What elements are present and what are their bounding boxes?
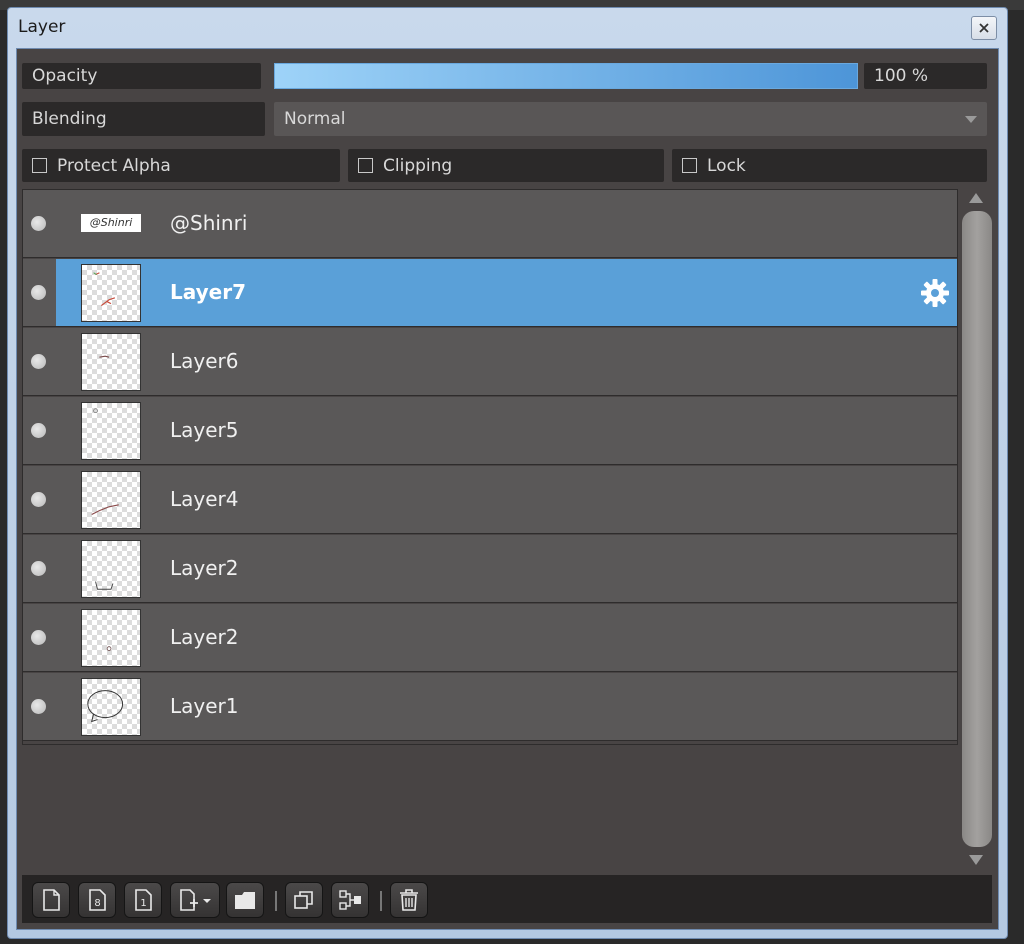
layer-row[interactable]: @Shinri @Shinri: [23, 190, 957, 258]
visibility-column: [23, 397, 56, 464]
layer-thumbnail: [81, 678, 141, 736]
visibility-column: [23, 673, 56, 740]
layer-thumbnail: [81, 402, 141, 460]
layer-window: Layer Opacity 100 % Blending Normal Prot…: [7, 7, 1008, 939]
clipping-checkbox[interactable]: Clipping: [348, 149, 664, 182]
layer-thumbnail: [81, 471, 141, 529]
lock-checkbox[interactable]: Lock: [672, 149, 987, 182]
protect-alpha-label: Protect Alpha: [57, 155, 171, 176]
checkbox-icon: [682, 158, 697, 173]
add-layer-dropdown-button[interactable]: [170, 882, 220, 918]
layer-name: Layer4: [170, 487, 239, 511]
layer-thumbnail: @Shinri: [81, 214, 141, 232]
scroll-thumb[interactable]: [962, 211, 992, 847]
clipping-label: Clipping: [383, 155, 453, 176]
opacity-slider-fill: [274, 63, 858, 89]
svg-text:8: 8: [94, 898, 100, 909]
layer-thumbnail: [81, 264, 141, 322]
scroll-down-icon[interactable]: [969, 855, 983, 865]
visibility-column: [23, 535, 56, 602]
chevron-down-icon: [965, 116, 977, 123]
layer-name: Layer1: [170, 694, 239, 718]
visibility-toggle-icon[interactable]: [31, 561, 46, 576]
opacity-label-text: Opacity: [32, 66, 98, 86]
layer-name: Layer6: [170, 349, 239, 373]
visibility-column: [23, 328, 56, 395]
layer-name: @Shinri: [170, 211, 248, 235]
visibility-toggle-icon[interactable]: [31, 630, 46, 645]
layer-name: Layer7: [170, 280, 247, 304]
visibility-toggle-icon[interactable]: [31, 492, 46, 507]
new-8bit-layer-icon: 8: [89, 889, 106, 911]
blending-select-value: Normal: [284, 109, 346, 129]
layer-name: Layer2: [170, 556, 239, 580]
layer-row-selected[interactable]: Layer7: [23, 259, 957, 327]
layers-scrollbar[interactable]: [959, 189, 993, 869]
layer-name: Layer2: [170, 625, 239, 649]
new-folder-button[interactable]: [226, 882, 264, 918]
new-layer-button[interactable]: [32, 882, 70, 918]
protect-alpha-checkbox[interactable]: Protect Alpha: [22, 149, 340, 182]
toolbar-separator: [380, 891, 382, 911]
layer-row[interactable]: Layer6: [23, 328, 957, 396]
layer-thumbnail: [81, 540, 141, 598]
opacity-value-text: 100 %: [874, 66, 929, 86]
layer-thumbnail: [81, 333, 141, 391]
delete-layer-button[interactable]: [390, 882, 428, 918]
layer-row[interactable]: Layer2: [23, 604, 957, 672]
layer-name: Layer5: [170, 418, 239, 442]
layer-panel: Opacity 100 % Blending Normal Protect Al…: [16, 48, 999, 930]
visibility-toggle-icon[interactable]: [31, 699, 46, 714]
blending-label: Blending: [22, 102, 265, 136]
visibility-column: [23, 259, 56, 326]
new-folder-icon: [235, 892, 255, 909]
visibility-toggle-icon[interactable]: [31, 216, 46, 231]
duplicate-layer-icon: [294, 891, 313, 909]
new-1bit-layer-icon: 1: [135, 889, 152, 911]
layer-row[interactable]: Layer2: [23, 535, 957, 603]
opacity-slider[interactable]: [274, 63, 858, 89]
toolbar-separator: [275, 891, 277, 911]
visibility-toggle-icon[interactable]: [31, 285, 46, 300]
checkbox-icon: [32, 158, 47, 173]
close-icon: [979, 23, 989, 33]
delete-layer-icon: [400, 889, 418, 911]
layer-row[interactable]: Layer4: [23, 466, 957, 534]
merge-down-icon: [339, 890, 361, 910]
duplicate-layer-button[interactable]: [285, 882, 323, 918]
add-layer-dropdown-icon: [180, 889, 211, 911]
visibility-column: [23, 604, 56, 671]
close-button[interactable]: [971, 16, 997, 40]
window-title: Layer: [18, 17, 66, 37]
layer-toolbar: 8 1: [22, 875, 992, 923]
opacity-value[interactable]: 100 %: [864, 63, 987, 89]
title-bar[interactable]: Layer: [8, 8, 1007, 48]
scroll-up-icon[interactable]: [969, 193, 983, 203]
merge-down-button[interactable]: [331, 882, 369, 918]
blending-select[interactable]: Normal: [274, 102, 987, 136]
visibility-column: [23, 466, 56, 533]
layer-thumbnail: [81, 609, 141, 667]
layers-list: @Shinri @Shinri Layer7 Layer6 Layer5 Lay…: [22, 189, 958, 745]
visibility-toggle-icon[interactable]: [31, 423, 46, 438]
lock-label: Lock: [707, 155, 746, 176]
svg-text:1: 1: [140, 898, 146, 909]
visibility-toggle-icon[interactable]: [31, 354, 46, 369]
gear-icon[interactable]: [919, 277, 951, 309]
layer-row[interactable]: Layer1: [23, 673, 957, 741]
new-layer-icon: [43, 889, 60, 911]
layer-row[interactable]: Layer5: [23, 397, 957, 465]
blending-label-text: Blending: [32, 109, 107, 129]
opacity-label: Opacity: [22, 63, 261, 89]
new-1bit-layer-button[interactable]: 1: [124, 882, 162, 918]
checkbox-icon: [358, 158, 373, 173]
visibility-column: [23, 190, 56, 257]
new-8bit-layer-button[interactable]: 8: [78, 882, 116, 918]
